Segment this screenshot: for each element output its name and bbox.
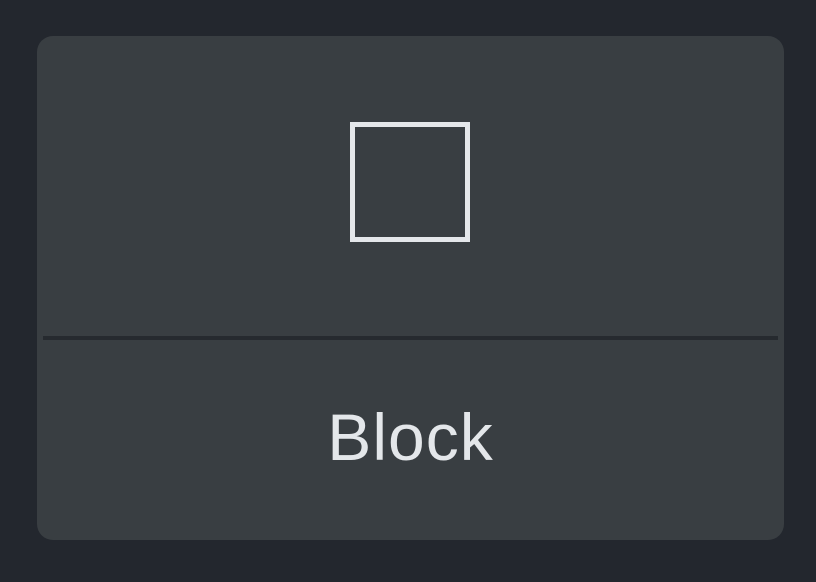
tile-icon-area xyxy=(37,36,784,336)
tile-label-area: Block xyxy=(37,340,784,540)
block-tile[interactable]: Block xyxy=(37,36,784,540)
tile-label: Block xyxy=(327,400,494,474)
square-outline-icon xyxy=(350,122,470,242)
